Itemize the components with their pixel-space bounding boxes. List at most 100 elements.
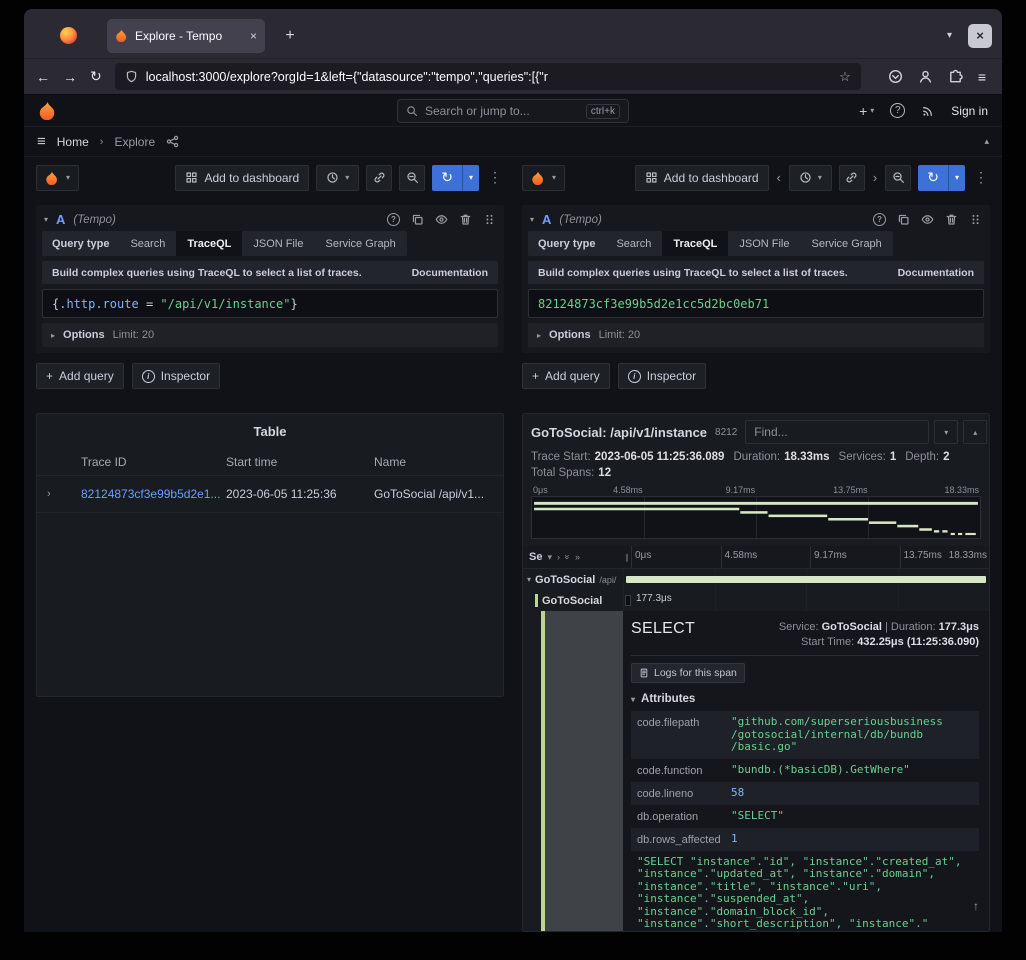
time-picker-button[interactable]: ▾ (316, 165, 359, 191)
tab-json-file[interactable]: JSON File (242, 231, 314, 256)
column-resizer-handle[interactable]: ∥ (623, 546, 631, 568)
time-picker-button[interactable]: ▾ (789, 165, 832, 191)
grafana-logo[interactable] (38, 101, 57, 120)
tab-traceql[interactable]: TraceQL (176, 231, 242, 256)
documentation-link[interactable]: Documentation (898, 267, 974, 279)
url-bar[interactable]: localhost:3000/explore?orgId=1&left={"da… (115, 63, 861, 90)
toggle-visibility-eye-icon[interactable] (435, 213, 448, 226)
span-row-root[interactable]: ▾ GoToSocial /api/ (523, 569, 989, 590)
col-trace-id[interactable]: Trace ID (81, 455, 226, 469)
pocket-icon[interactable] (888, 69, 903, 84)
toggle-visibility-eye-icon[interactable] (921, 213, 934, 226)
kebab-menu-icon[interactable]: ⋮ (486, 169, 504, 186)
datasource-picker[interactable]: ▾ (36, 165, 79, 191)
share-icon[interactable] (166, 135, 179, 148)
widen-pane-left-button[interactable]: ‹ (776, 170, 782, 185)
delete-query-icon[interactable] (945, 213, 958, 226)
account-icon[interactable] (918, 69, 933, 84)
attributes-toggle[interactable]: ▾ Attributes (631, 693, 979, 705)
inspector-button[interactable]: i Inspector (132, 363, 220, 389)
traceql-query-input[interactable]: 82124873cf3e99b5d2e1cc5d2bc0eb71 (528, 289, 984, 318)
tab-search[interactable]: Search (605, 231, 662, 256)
datasource-picker[interactable]: ▾ (522, 165, 565, 191)
tab-service-graph[interactable]: Service Graph (314, 231, 406, 256)
scroll-top-icon[interactable]: ↑ (973, 899, 979, 913)
add-to-dashboard-button[interactable]: Add to dashboard (635, 165, 769, 191)
tab-service-graph[interactable]: Service Graph (800, 231, 892, 256)
query-help-icon[interactable]: ? (873, 213, 886, 226)
duplicate-query-icon[interactable] (897, 213, 910, 226)
trace-id-link[interactable]: 82124873cf3e99b5d2e1... (81, 487, 226, 501)
tab-list-chevron-icon[interactable]: ▾ (947, 30, 952, 41)
collapse-one-icon[interactable]: › (557, 552, 560, 562)
drag-handle-icon[interactable] (483, 213, 496, 226)
run-interval-caret[interactable]: ▾ (948, 165, 965, 191)
add-query-button[interactable]: + Add query (522, 363, 610, 389)
zoom-out-button[interactable] (885, 165, 911, 191)
drag-handle-icon[interactable] (969, 213, 982, 226)
url-text[interactable]: localhost:3000/explore?orgId=1&left={"da… (146, 70, 831, 84)
kebab-menu-icon[interactable]: ⋮ (972, 169, 990, 186)
bookmark-star-icon[interactable]: ☆ (839, 69, 851, 85)
new-dropdown-button[interactable]: +▾ (859, 103, 874, 119)
zoom-out-button[interactable] (399, 165, 425, 191)
span-bar[interactable] (626, 596, 630, 605)
collapse-query-caret[interactable]: ▾ (530, 215, 534, 224)
collapse-caret-icon[interactable]: ▴ (984, 136, 989, 147)
find-input[interactable] (745, 420, 929, 444)
link-time-button[interactable] (839, 165, 865, 191)
panel-title[interactable]: Table (37, 420, 503, 449)
collapse-all-icon[interactable]: » (563, 554, 573, 559)
reload-button[interactable]: ↻ (90, 68, 102, 85)
menu-toggle-icon[interactable]: ≡ (37, 133, 46, 150)
tab-json-file[interactable]: JSON File (728, 231, 800, 256)
col-start-time[interactable]: Start time (226, 455, 374, 469)
breadcrumb-home[interactable]: Home (57, 135, 89, 149)
chevron-down-icon[interactable]: ▾ (547, 552, 552, 563)
link-time-button[interactable] (366, 165, 392, 191)
browser-tab[interactable]: Explore - Tempo × (107, 19, 265, 53)
span-row-child[interactable]: GoToSocial 177.3μs (523, 590, 989, 611)
browser-menu-icon[interactable]: ≡ (978, 69, 986, 85)
service-column-label[interactable]: Se (529, 551, 542, 563)
minimap-waterfall[interactable] (531, 496, 981, 539)
news-rss-icon[interactable] (921, 104, 935, 118)
expand-all-icon[interactable]: » (575, 552, 580, 562)
add-query-button[interactable]: + Add query (36, 363, 124, 389)
logs-for-span-button[interactable]: Logs for this span (631, 663, 745, 683)
run-interval-caret[interactable]: ▾ (462, 165, 479, 191)
tab-search[interactable]: Search (119, 231, 176, 256)
run-query-button[interactable]: ↻ ▾ (918, 165, 965, 191)
documentation-link[interactable]: Documentation (412, 267, 488, 279)
forward-button[interactable]: → (63, 69, 77, 85)
inspector-button[interactable]: i Inspector (618, 363, 706, 389)
table-row[interactable]: › 82124873cf3e99b5d2e1... 2023-06-05 11:… (37, 475, 503, 513)
col-name[interactable]: Name (374, 455, 493, 469)
widen-pane-right-button[interactable]: › (872, 170, 878, 185)
find-prev-button[interactable]: ▴ (963, 420, 987, 444)
trace-minimap[interactable]: 0μs 4.58ms 9.17ms 13.75ms 18.33ms (531, 484, 981, 539)
run-query-button[interactable]: ↻ ▾ (432, 165, 479, 191)
traceql-query-input[interactable]: {.http.route = "/api/v1/instance"} (42, 289, 498, 318)
expand-caret-icon[interactable]: › (47, 488, 81, 500)
window-close-button[interactable]: × (968, 24, 992, 48)
search-box[interactable]: ctrl+k (397, 99, 629, 123)
options-toggle[interactable]: ▸ Options Limit: 20 (528, 323, 984, 347)
tab-traceql[interactable]: TraceQL (662, 231, 728, 256)
query-help-icon[interactable]: ? (387, 213, 400, 226)
collapse-query-caret[interactable]: ▾ (44, 215, 48, 224)
back-button[interactable]: ← (36, 69, 50, 85)
delete-query-icon[interactable] (459, 213, 472, 226)
sign-in-link[interactable]: Sign in (951, 104, 988, 118)
add-to-dashboard-button[interactable]: Add to dashboard (175, 165, 309, 191)
find-next-button[interactable]: ▾ (934, 420, 958, 444)
options-toggle[interactable]: ▸ Options Limit: 20 (42, 323, 498, 347)
collapse-span-caret[interactable]: ▾ (527, 575, 531, 584)
tab-close-icon[interactable]: × (250, 29, 257, 43)
span-bar[interactable] (626, 576, 986, 583)
search-input[interactable] (425, 104, 579, 118)
duplicate-query-icon[interactable] (411, 213, 424, 226)
trace-title[interactable]: GoToSocial: /api/v1/instance (531, 425, 707, 440)
help-button[interactable]: ? (890, 103, 905, 118)
new-tab-button[interactable]: + (277, 23, 303, 49)
